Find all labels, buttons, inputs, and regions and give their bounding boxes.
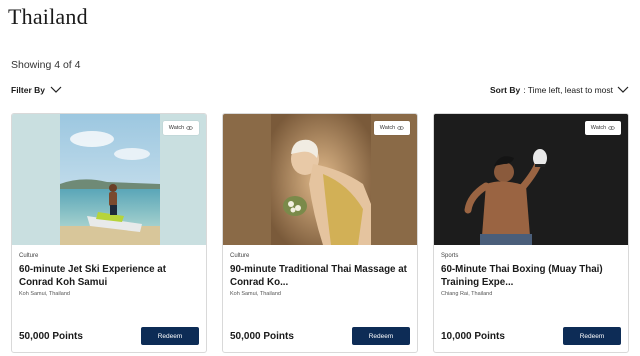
card-location: Koh Samui, Thailand xyxy=(19,291,70,297)
sort-by-label: Sort By xyxy=(490,85,521,95)
experience-card[interactable]: Watch Culture 60-minute Jet Ski Experien… xyxy=(11,113,207,353)
sort-by-dropdown[interactable]: Sort By: Time left, least to most xyxy=(490,85,630,95)
card-location: Koh Samui, Thailand xyxy=(230,291,281,297)
card-image-thai-massage[interactable]: Watch xyxy=(223,114,417,245)
card-image-thai-boxing[interactable]: Watch xyxy=(434,114,628,245)
eye-icon xyxy=(186,126,193,130)
card-points: 10,000 Points xyxy=(441,331,505,342)
card-title[interactable]: 60-Minute Thai Boxing (Muay Thai) Traini… xyxy=(441,263,621,289)
redeem-button[interactable]: Redeem xyxy=(141,327,199,345)
experience-card-list: Watch Culture 60-minute Jet Ski Experien… xyxy=(11,113,630,353)
watch-button[interactable]: Watch xyxy=(585,121,621,135)
eye-icon xyxy=(397,126,404,130)
sort-by-value: : Time left, least to most xyxy=(523,85,613,95)
redeem-button[interactable]: Redeem xyxy=(352,327,410,345)
watch-button[interactable]: Watch xyxy=(163,121,199,135)
card-body: Culture 90-minute Traditional Thai Massa… xyxy=(223,245,417,352)
card-category: Culture xyxy=(230,253,250,259)
card-title[interactable]: 90-minute Traditional Thai Massage at Co… xyxy=(230,263,410,289)
result-count: Showing 4 of 4 xyxy=(11,59,81,71)
card-body: Sports 60-Minute Thai Boxing (Muay Thai)… xyxy=(434,245,628,352)
card-title[interactable]: 60-minute Jet Ski Experience at Conrad K… xyxy=(19,263,199,289)
filter-by-dropdown[interactable]: Filter By xyxy=(11,85,63,95)
watch-label: Watch xyxy=(379,125,396,131)
watch-label: Watch xyxy=(168,125,185,131)
filter-by-label: Filter By xyxy=(11,85,46,95)
chevron-down-icon xyxy=(617,86,629,93)
experience-card[interactable]: Watch Sports 60-Minute Thai Boxing (Muay… xyxy=(433,113,629,353)
redeem-button[interactable]: Redeem xyxy=(563,327,621,345)
chevron-down-icon xyxy=(50,86,62,93)
card-image-jet-ski[interactable]: Watch xyxy=(12,114,206,245)
card-location: Chiang Rai, Thailand xyxy=(441,291,493,297)
eye-icon xyxy=(608,126,615,130)
card-category: Sports xyxy=(441,253,459,259)
card-category: Culture xyxy=(19,253,39,259)
experience-card[interactable]: Watch Culture 90-minute Traditional Thai… xyxy=(222,113,418,353)
watch-label: Watch xyxy=(590,125,607,131)
watch-button[interactable]: Watch xyxy=(374,121,410,135)
page-title: Thailand xyxy=(8,4,88,29)
card-points: 50,000 Points xyxy=(19,331,83,342)
card-body: Culture 60-minute Jet Ski Experience at … xyxy=(12,245,206,352)
card-points: 50,000 Points xyxy=(230,331,294,342)
